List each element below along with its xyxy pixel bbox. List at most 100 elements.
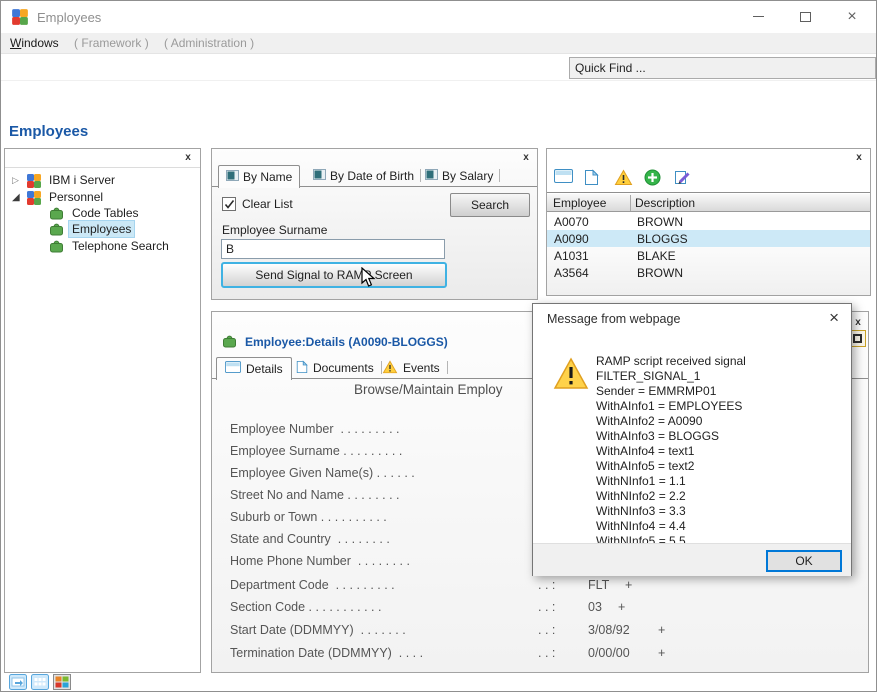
prompt-plus[interactable]: + (618, 600, 625, 614)
tree-item-label: Telephone Search (69, 238, 172, 254)
tab-details[interactable]: Details (216, 357, 292, 380)
field-separator: . . : (538, 600, 555, 614)
menu-windows[interactable]: Windows (4, 36, 65, 50)
panel-close-icon[interactable]: x (182, 152, 194, 164)
field-value[interactable]: 03 (588, 600, 602, 614)
form-row-employee-surname: Employee Surname . . . . . . . . .. . : (230, 444, 402, 460)
cell-description: BLOGGS (637, 232, 688, 246)
field-value[interactable]: FLT (588, 578, 609, 592)
edit-icon[interactable] (674, 169, 694, 187)
details-panel-title: Employee:Details (A0090-BLOGGS) (245, 335, 448, 349)
panel-close-icon[interactable]: x (852, 317, 864, 329)
employee-list-panel: x Employee Description A0070 BROWN A0090… (546, 148, 871, 296)
tab-documents[interactable]: Documents (288, 357, 382, 379)
dialog-line: WithAInfo1 = EMPLOYEES (596, 399, 851, 414)
filter-tab-bar: By Name By Date of Birth By Salary (212, 165, 537, 187)
dialog-line: RAMP script received signal FILTER_SIGNA… (596, 354, 851, 384)
window-title: Employees (37, 10, 101, 25)
tab-events[interactable]: Events (374, 357, 448, 379)
ok-button[interactable]: OK (766, 550, 842, 572)
tree-item-employees[interactable]: Employees (49, 221, 134, 237)
field-label: State and Country . . . . . . . . (230, 532, 390, 546)
list-toolbar (547, 165, 870, 193)
field-label: Street No and Name . . . . . . . . (230, 488, 400, 502)
cell-employee: A0090 (554, 232, 589, 246)
close-icon: × (847, 9, 856, 25)
window-arrow-icon[interactable] (9, 674, 27, 690)
dialog-line: WithAInfo3 = BLOGGS (596, 429, 851, 444)
table-row-selected[interactable]: A0090 BLOGGS (547, 230, 870, 247)
minimize-button[interactable] (738, 1, 778, 32)
form-row-termination-date: Termination Date (DDMMYY) . . . .. . :0/… (230, 646, 423, 662)
prompt-plus[interactable]: + (658, 646, 665, 660)
dialog-line: WithNInfo2 = 2.2 (596, 489, 851, 504)
colored-grid-icon[interactable] (53, 674, 71, 690)
tree-panel-header: x (5, 149, 200, 168)
chevron-collapsed-icon[interactable]: ▷ (12, 175, 26, 186)
field-label: Home Phone Number . . . . . . . . (230, 554, 410, 568)
clear-list-checkbox[interactable] (222, 197, 236, 211)
green-puzzle-icon (49, 222, 66, 237)
panel-close-icon[interactable]: x (853, 152, 865, 164)
chevron-expanded-icon[interactable]: ◢ (12, 192, 26, 203)
dialog-line: WithAInfo5 = text2 (596, 459, 851, 474)
close-button[interactable]: × (832, 1, 872, 32)
table-row[interactable]: A0070 BROWN (547, 213, 870, 230)
add-icon[interactable] (644, 169, 664, 187)
multi-puzzle-icon (26, 190, 43, 205)
tree-item-label: Personnel (46, 189, 106, 205)
field-label: Employee Number . . . . . . . . . (230, 422, 400, 436)
menu-framework[interactable]: ( Framework ) (68, 36, 155, 50)
window-icon[interactable] (554, 169, 574, 187)
form-row-state-country: State and Country . . . . . . . .. . : (230, 532, 390, 548)
dialog-line: WithAInfo4 = text1 (596, 444, 851, 459)
search-button[interactable]: Search (450, 193, 530, 217)
employee-surname-input[interactable]: B (221, 239, 445, 259)
send-signal-button[interactable]: Send Signal to RAMP Screen (221, 262, 447, 288)
panel-close-icon[interactable]: x (520, 152, 532, 164)
form-row-employee-number: Employee Number . . . . . . . . .. . : (230, 422, 400, 438)
form-row-department-code: Department Code . . . . . . . . .. . :FL… (230, 578, 395, 594)
column-header-description[interactable]: Description (635, 196, 695, 210)
quick-find-input[interactable]: Quick Find ... (569, 57, 876, 79)
warning-icon (553, 357, 589, 393)
table-row[interactable]: A1031 BLAKE (547, 247, 870, 264)
toolbar-row: Quick Find ... (1, 55, 876, 81)
tree-item-personnel[interactable]: ◢ Personnel (12, 189, 106, 205)
list-tab-icon (226, 170, 239, 184)
list-tab-icon (425, 169, 438, 183)
navigation-tree-panel: x ▷ IBM i Server ◢ Personnel Code Tables… (4, 148, 201, 673)
tree-item-ibm-i-server[interactable]: ▷ IBM i Server (12, 172, 118, 188)
menu-administration[interactable]: ( Administration ) (158, 36, 260, 50)
tab-label: Documents (313, 361, 374, 375)
tab-by-date-of-birth[interactable]: By Date of Birth (306, 165, 421, 187)
window-grid-icon[interactable] (31, 674, 49, 690)
field-label: Department Code . . . . . . . . . (230, 578, 395, 592)
page-title: Employees (9, 123, 88, 140)
table-row[interactable]: A3564 BROWN (547, 264, 870, 281)
tab-by-name[interactable]: By Name (218, 165, 300, 188)
mouse-cursor (361, 267, 377, 292)
document-icon (296, 360, 308, 377)
tree-item-label-selected: Employees (69, 221, 134, 237)
tree-item-code-tables[interactable]: Code Tables (49, 205, 142, 221)
field-value[interactable]: 0/00/00 (588, 646, 630, 660)
green-puzzle-icon (49, 239, 66, 254)
field-label: Termination Date (DDMMYY) . . . . (230, 646, 423, 660)
prompt-plus[interactable]: + (658, 623, 665, 637)
field-value[interactable]: 3/08/92 (588, 623, 630, 637)
prompt-plus[interactable]: + (625, 578, 632, 592)
form-row-home-phone: Home Phone Number . . . . . . . .. . : (230, 554, 410, 570)
field-label: Employee Surname . . . . . . . . . (230, 444, 402, 458)
cell-employee: A1031 (554, 249, 589, 263)
tab-by-salary[interactable]: By Salary (418, 165, 500, 187)
dialog-close-icon[interactable]: × (829, 308, 839, 328)
tree-item-telephone-search[interactable]: Telephone Search (49, 238, 172, 254)
tree-item-label: Code Tables (69, 205, 142, 221)
document-icon[interactable] (584, 169, 604, 187)
maximize-button[interactable] (785, 1, 825, 32)
warning-icon[interactable] (614, 169, 634, 187)
clear-list-option: Clear List (222, 197, 293, 211)
tab-divider (447, 361, 448, 374)
column-header-employee[interactable]: Employee (553, 196, 606, 210)
